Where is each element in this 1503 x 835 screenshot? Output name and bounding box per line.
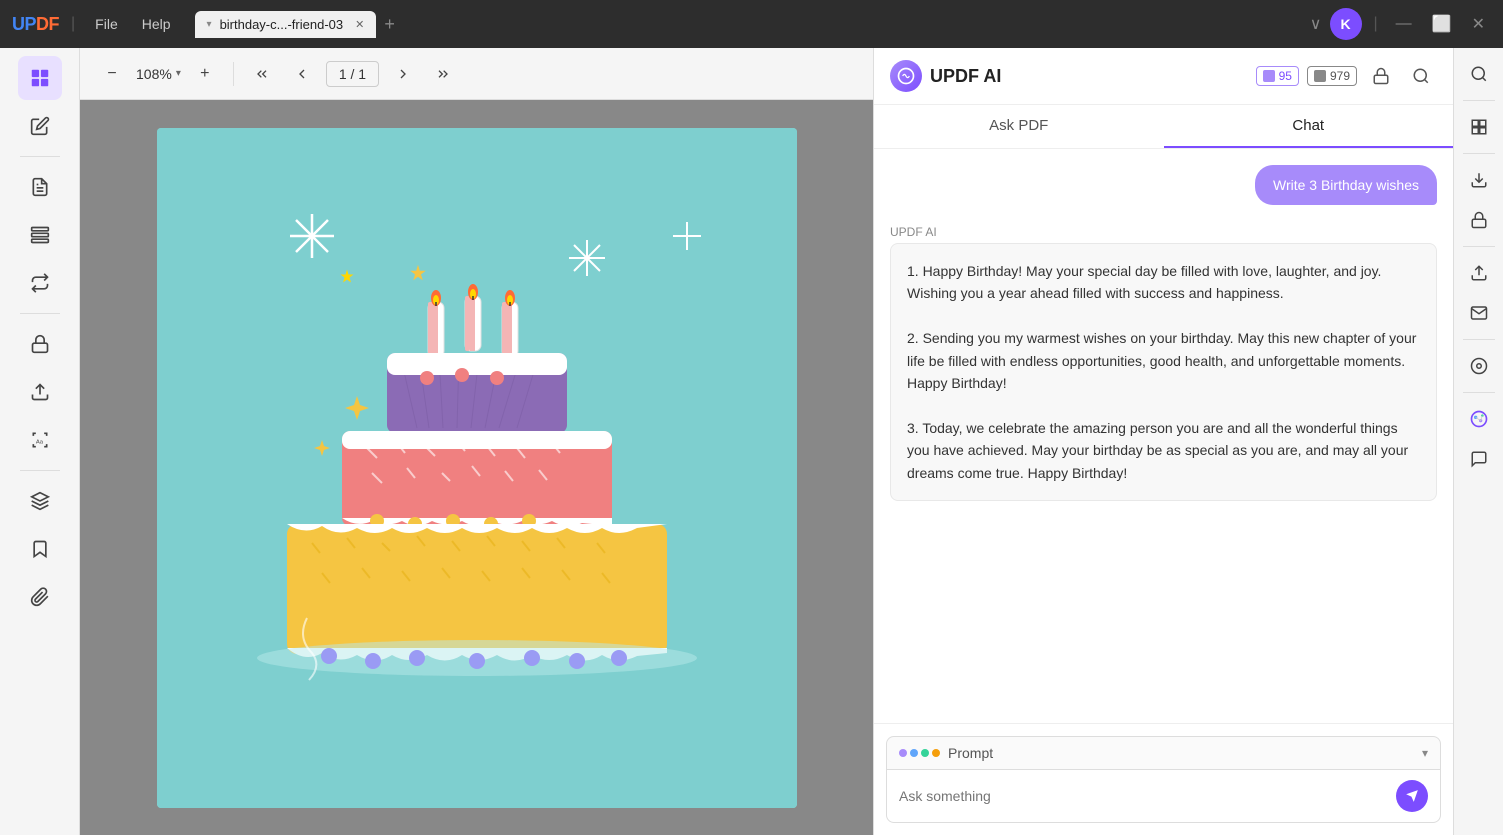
dot-purple (899, 749, 907, 757)
ai-title: UPDF AI (930, 66, 1001, 87)
sidebar-icon-layers[interactable] (18, 479, 62, 523)
tab-dropdown-icon: ▾ (207, 19, 212, 30)
prompt-chevron-icon[interactable]: ▾ (1422, 746, 1428, 760)
toolbar-divider (233, 62, 234, 86)
ai-response-area: UPDF AI 1. Happy Birthday! May your spec… (890, 225, 1437, 501)
page-next-button[interactable] (387, 58, 419, 90)
birthday-cake-image (157, 128, 797, 808)
close-button[interactable]: ✕ (1466, 10, 1491, 38)
right-share-icon[interactable] (1461, 255, 1497, 291)
prompt-dots (899, 749, 940, 757)
ai-label: UPDF AI (890, 225, 1437, 239)
app-logo: UPDF (12, 14, 59, 35)
page-prev-button[interactable] (286, 58, 318, 90)
ai-tabs: Ask PDF Chat (874, 105, 1453, 149)
dot-green (921, 749, 929, 757)
right-sidebar (1453, 48, 1503, 835)
left-sidebar: Aa (0, 48, 80, 835)
menu-help[interactable]: Help (134, 12, 179, 36)
page-last-button[interactable] (427, 58, 459, 90)
menu-file[interactable]: File (87, 12, 126, 36)
zoom-display: 108% ▾ (136, 66, 181, 82)
ai-prompt-area: Prompt ▾ (874, 723, 1453, 835)
sidebar-icon-ocr[interactable]: Aa (18, 418, 62, 462)
maximize-button[interactable]: ⬜ (1426, 10, 1458, 38)
zoom-out-button[interactable]: − (96, 58, 128, 90)
ask-input[interactable] (899, 788, 1388, 804)
zoom-in-button[interactable]: + (189, 58, 221, 90)
ai-chat[interactable]: Write 3 Birthday wishes UPDF AI 1. Happy… (874, 149, 1453, 723)
sidebar-sep-2 (20, 313, 60, 314)
right-sep-1 (1463, 100, 1495, 101)
sidebar-icon-bookmark[interactable] (18, 527, 62, 571)
pdf-area: − 108% ▾ + 1 / 1 (80, 48, 873, 835)
sidebar-icon-organize[interactable] (18, 213, 62, 257)
sidebar-icon-view[interactable] (18, 56, 62, 100)
titlebar-right: ∨ K | — ⬜ ✕ (1310, 8, 1491, 40)
send-button[interactable] (1396, 780, 1428, 812)
right-ocr-icon[interactable] (1461, 109, 1497, 145)
titlebar-divider: | (71, 15, 75, 33)
right-chat-icon[interactable] (1461, 441, 1497, 477)
ai-response-text: 1. Happy Birthday! May your special day … (890, 243, 1437, 501)
user-avatar[interactable]: K (1330, 8, 1362, 40)
sidebar-icon-export[interactable] (18, 370, 62, 414)
right-ai-icon[interactable] (1461, 401, 1497, 437)
page-first-button[interactable] (246, 58, 278, 90)
tab-ask-pdf[interactable]: Ask PDF (874, 105, 1164, 148)
right-email-icon[interactable] (1461, 295, 1497, 331)
pdf-canvas (80, 100, 873, 835)
window-dropdown-icon[interactable]: ∨ (1310, 14, 1322, 34)
tab-chat[interactable]: Chat (1164, 105, 1454, 148)
prompt-input-area (886, 769, 1441, 823)
main-area: Aa − 108% ▾ + 1 / 1 (0, 48, 1503, 835)
ai-search-icon[interactable] (1405, 60, 1437, 92)
right-protect-icon[interactable] (1461, 202, 1497, 238)
token-badge-purple[interactable]: 95 (1256, 66, 1299, 86)
tab-name: birthday-c...-friend-03 (220, 17, 344, 32)
prompt-label: Prompt (948, 745, 1414, 761)
sidebar-icon-attachment[interactable] (18, 575, 62, 619)
token-badge-gray[interactable]: 979 (1307, 66, 1357, 86)
purple-token-count: 95 (1279, 69, 1292, 83)
dot-yellow (932, 749, 940, 757)
dot-blue (910, 749, 918, 757)
ai-panel: UPDF AI 95 979 Ask PDF (873, 48, 1453, 835)
ai-logo (890, 60, 922, 92)
titlebar: UPDF | File Help ▾ birthday-c...-friend-… (0, 0, 1503, 48)
right-search-icon[interactable] (1461, 56, 1497, 92)
right-sep-2 (1463, 153, 1495, 154)
sidebar-sep-1 (20, 156, 60, 157)
pdf-toolbar: − 108% ▾ + 1 / 1 (80, 48, 873, 100)
right-sep-3 (1463, 246, 1495, 247)
active-tab[interactable]: ▾ birthday-c...-friend-03 ✕ (195, 11, 377, 38)
right-sep-5 (1463, 392, 1495, 393)
tab-close-btn[interactable]: ✕ (355, 18, 364, 31)
tab-area: ▾ birthday-c...-friend-03 ✕ + (195, 10, 399, 39)
right-download-icon[interactable] (1461, 162, 1497, 198)
user-message: Write 3 Birthday wishes (1255, 165, 1437, 205)
zoom-value: 108% (136, 66, 172, 82)
zoom-dropdown-icon[interactable]: ▾ (176, 68, 181, 79)
titlebar-sep: | (1374, 15, 1378, 33)
minimize-button[interactable]: — (1390, 11, 1418, 37)
ai-panel-header: UPDF AI 95 979 (874, 48, 1453, 105)
sidebar-icon-protect[interactable] (18, 322, 62, 366)
right-snapshot-icon[interactable] (1461, 348, 1497, 384)
new-tab-button[interactable]: + (380, 10, 399, 39)
gray-token-count: 979 (1330, 69, 1350, 83)
ai-header-right: 95 979 (1256, 60, 1437, 92)
svg-text:Aa: Aa (35, 439, 43, 445)
right-sep-4 (1463, 339, 1495, 340)
prompt-header[interactable]: Prompt ▾ (886, 736, 1441, 769)
sidebar-icon-annotate[interactable] (18, 165, 62, 209)
sidebar-sep-3 (20, 470, 60, 471)
sidebar-icon-convert[interactable] (18, 261, 62, 305)
sidebar-icon-edit[interactable] (18, 104, 62, 148)
ai-lock-icon[interactable] (1365, 60, 1397, 92)
page-display: 1 / 1 (326, 61, 379, 87)
